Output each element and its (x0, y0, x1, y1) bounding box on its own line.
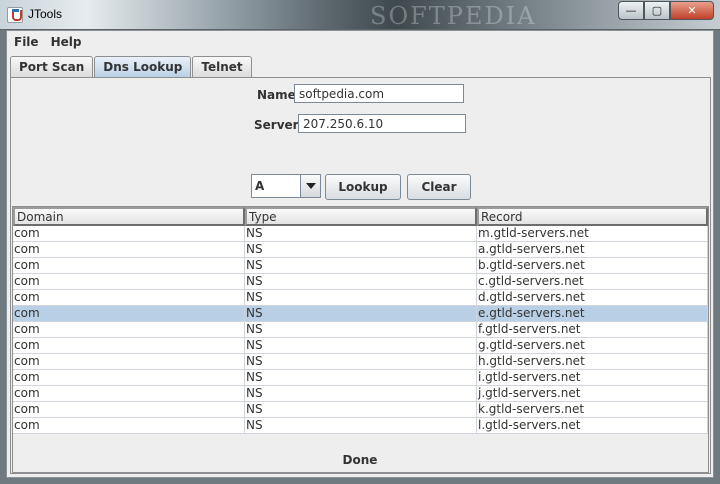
server-input[interactable]: 207.250.6.10 (298, 114, 466, 133)
menu-help[interactable]: Help (51, 35, 82, 49)
lookup-button[interactable]: Lookup (325, 174, 401, 200)
table-row[interactable]: com NS e.gtld-servers.net (13, 306, 708, 322)
type-cell: NS (245, 386, 477, 402)
record-cell: a.gtld-servers.net (477, 242, 708, 258)
table-row[interactable]: com NS b.gtld-servers.net (13, 258, 708, 274)
record-cell: e.gtld-servers.net (477, 306, 708, 322)
table-row[interactable]: com NS g.gtld-servers.net (13, 338, 708, 354)
record-cell: j.gtld-servers.net (477, 386, 708, 402)
table-row[interactable]: com NS h.gtld-servers.net (13, 354, 708, 370)
table-row[interactable]: com NS j.gtld-servers.net (13, 386, 708, 402)
type-cell: NS (245, 290, 477, 306)
type-cell: NS (245, 226, 477, 242)
type-cell: NS (245, 402, 477, 418)
table-row[interactable]: com NS d.gtld-servers.net (13, 290, 708, 306)
record-cell: i.gtld-servers.net (477, 370, 708, 386)
column-header-type[interactable]: Type (245, 207, 477, 226)
domain-cell: com (13, 274, 245, 290)
domain-cell: com (13, 322, 245, 338)
type-cell: NS (245, 354, 477, 370)
domain-cell: com (13, 402, 245, 418)
title-bar[interactable]: JTools SOFTPEDIA — ▢ ✕ (0, 0, 720, 30)
record-cell: c.gtld-servers.net (477, 274, 708, 290)
java-app-icon (7, 7, 23, 23)
record-cell: m.gtld-servers.net (477, 226, 708, 242)
type-cell: NS (245, 322, 477, 338)
record-cell: l.gtld-servers.net (477, 418, 708, 434)
type-cell: NS (245, 306, 477, 322)
type-cell: NS (245, 258, 477, 274)
domain-cell: com (13, 370, 245, 386)
domain-cell: com (13, 258, 245, 274)
domain-cell: com (13, 242, 245, 258)
window-title: JTools (28, 7, 63, 21)
type-cell: NS (245, 274, 477, 290)
table-row[interactable]: com NS c.gtld-servers.net (13, 274, 708, 290)
domain-cell: com (13, 418, 245, 434)
server-label: Server (254, 118, 299, 132)
table-row[interactable]: com NS i.gtld-servers.net (13, 370, 708, 386)
maximize-button[interactable]: ▢ (644, 1, 670, 20)
table-body: com NS m.gtld-servers.net com NS a.gtld-serve… (13, 226, 708, 434)
type-cell: NS (245, 338, 477, 354)
domain-cell: com (13, 306, 245, 322)
domain-cell: com (13, 338, 245, 354)
record-cell: b.gtld-servers.net (477, 258, 708, 274)
table-row[interactable]: com NS l.gtld-servers.net (13, 418, 708, 434)
menu-file[interactable]: File (14, 35, 39, 49)
results-table[interactable]: Domain Type Record com NS m.gtld-servers.n… (12, 206, 709, 473)
table-row[interactable]: com NS k.gtld-servers.net (13, 402, 708, 418)
dns-lookup-panel: Name softpedia.com Server 207.250.6.10 A… (10, 77, 711, 474)
table-row[interactable]: com NS a.gtld-servers.net (13, 242, 708, 258)
record-cell: h.gtld-servers.net (477, 354, 708, 370)
tab-telnet[interactable]: Telnet (192, 56, 252, 77)
name-input[interactable]: softpedia.com (294, 84, 464, 103)
window-controls: — ▢ ✕ (618, 1, 714, 20)
status-text: Done (342, 453, 378, 467)
record-type-select[interactable]: A (251, 174, 321, 198)
type-cell: NS (245, 242, 477, 258)
table-header: Domain Type Record (13, 207, 708, 226)
record-cell: f.gtld-servers.net (477, 322, 708, 338)
column-header-record[interactable]: Record (477, 207, 708, 226)
softpedia-watermark: SOFTPEDIA (370, 2, 537, 30)
tab-dns-lookup[interactable]: Dns Lookup (94, 56, 192, 78)
type-cell: NS (245, 370, 477, 386)
record-type-value: A (255, 179, 265, 193)
table-row[interactable]: com NS f.gtld-servers.net (13, 322, 708, 338)
domain-cell: com (13, 290, 245, 306)
domain-cell: com (13, 386, 245, 402)
clear-button[interactable]: Clear (407, 174, 471, 200)
name-label: Name (257, 88, 296, 102)
menu-bar: File Help (7, 31, 713, 53)
record-cell: k.gtld-servers.net (477, 402, 708, 418)
record-cell: d.gtld-servers.net (477, 290, 708, 306)
table-row[interactable]: com NS m.gtld-servers.net (13, 226, 708, 242)
tab-port-scan[interactable]: Port Scan (10, 56, 94, 77)
tab-strip: Port Scan Dns Lookup Telnet (10, 56, 253, 78)
type-cell: NS (245, 418, 477, 434)
column-header-domain[interactable]: Domain (13, 207, 245, 226)
record-cell: g.gtld-servers.net (477, 338, 708, 354)
minimize-button[interactable]: — (618, 1, 644, 20)
close-button[interactable]: ✕ (670, 1, 714, 20)
window-client: File Help Port Scan Dns Lookup Telnet Na… (6, 30, 714, 478)
chevron-down-icon[interactable] (300, 175, 320, 197)
domain-cell: com (13, 226, 245, 242)
domain-cell: com (13, 354, 245, 370)
